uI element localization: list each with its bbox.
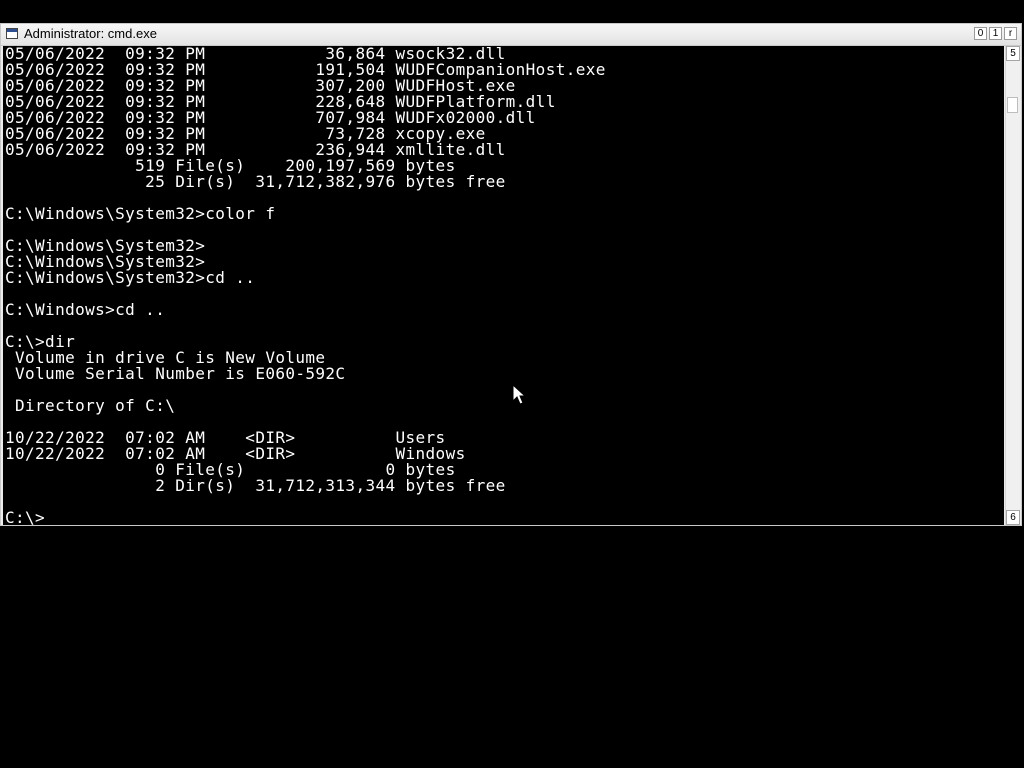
console-line: 2 Dir(s) 31,712,313,344 bytes free — [5, 476, 506, 495]
window-titlebar[interactable]: Administrator: cmd.exe 0 1 r — [1, 24, 1021, 46]
minimize-button[interactable]: 0 — [974, 27, 987, 40]
console-line: 25 Dir(s) 31,712,382,976 bytes free — [5, 172, 506, 191]
window-title: Administrator: cmd.exe — [24, 26, 157, 41]
console-line: Directory of C:\ — [5, 396, 176, 415]
console-line: C:\> — [5, 508, 46, 526]
maximize-button[interactable]: 1 — [989, 27, 1002, 40]
console-line: C:\Windows\System32>cd .. — [5, 268, 256, 287]
console-line: Volume Serial Number is E060-592C — [5, 364, 346, 383]
scroll-up-button[interactable]: 5 — [1006, 46, 1020, 61]
desktop-screen: Administrator: cmd.exe 0 1 r 05/06/2022 … — [0, 0, 1024, 768]
scroll-down-button[interactable]: 6 — [1006, 510, 1020, 525]
window-controls: 0 1 r — [974, 27, 1017, 40]
console-output[interactable]: 05/06/2022 09:32 PM 36,864 wsock32.dll 05… — [3, 46, 1004, 525]
cmd-window[interactable]: Administrator: cmd.exe 0 1 r 05/06/2022 … — [0, 23, 1022, 526]
console-line: C:\Windows\System32>color f — [5, 204, 276, 223]
cmd-window-icon — [6, 28, 18, 39]
console-line: C:\Windows>cd .. — [5, 300, 166, 319]
close-button[interactable]: r — [1004, 27, 1017, 40]
scroll-thumb[interactable] — [1007, 97, 1018, 113]
arrow-cursor-icon — [512, 384, 526, 405]
vertical-scrollbar[interactable]: 5 6 — [1005, 46, 1020, 525]
